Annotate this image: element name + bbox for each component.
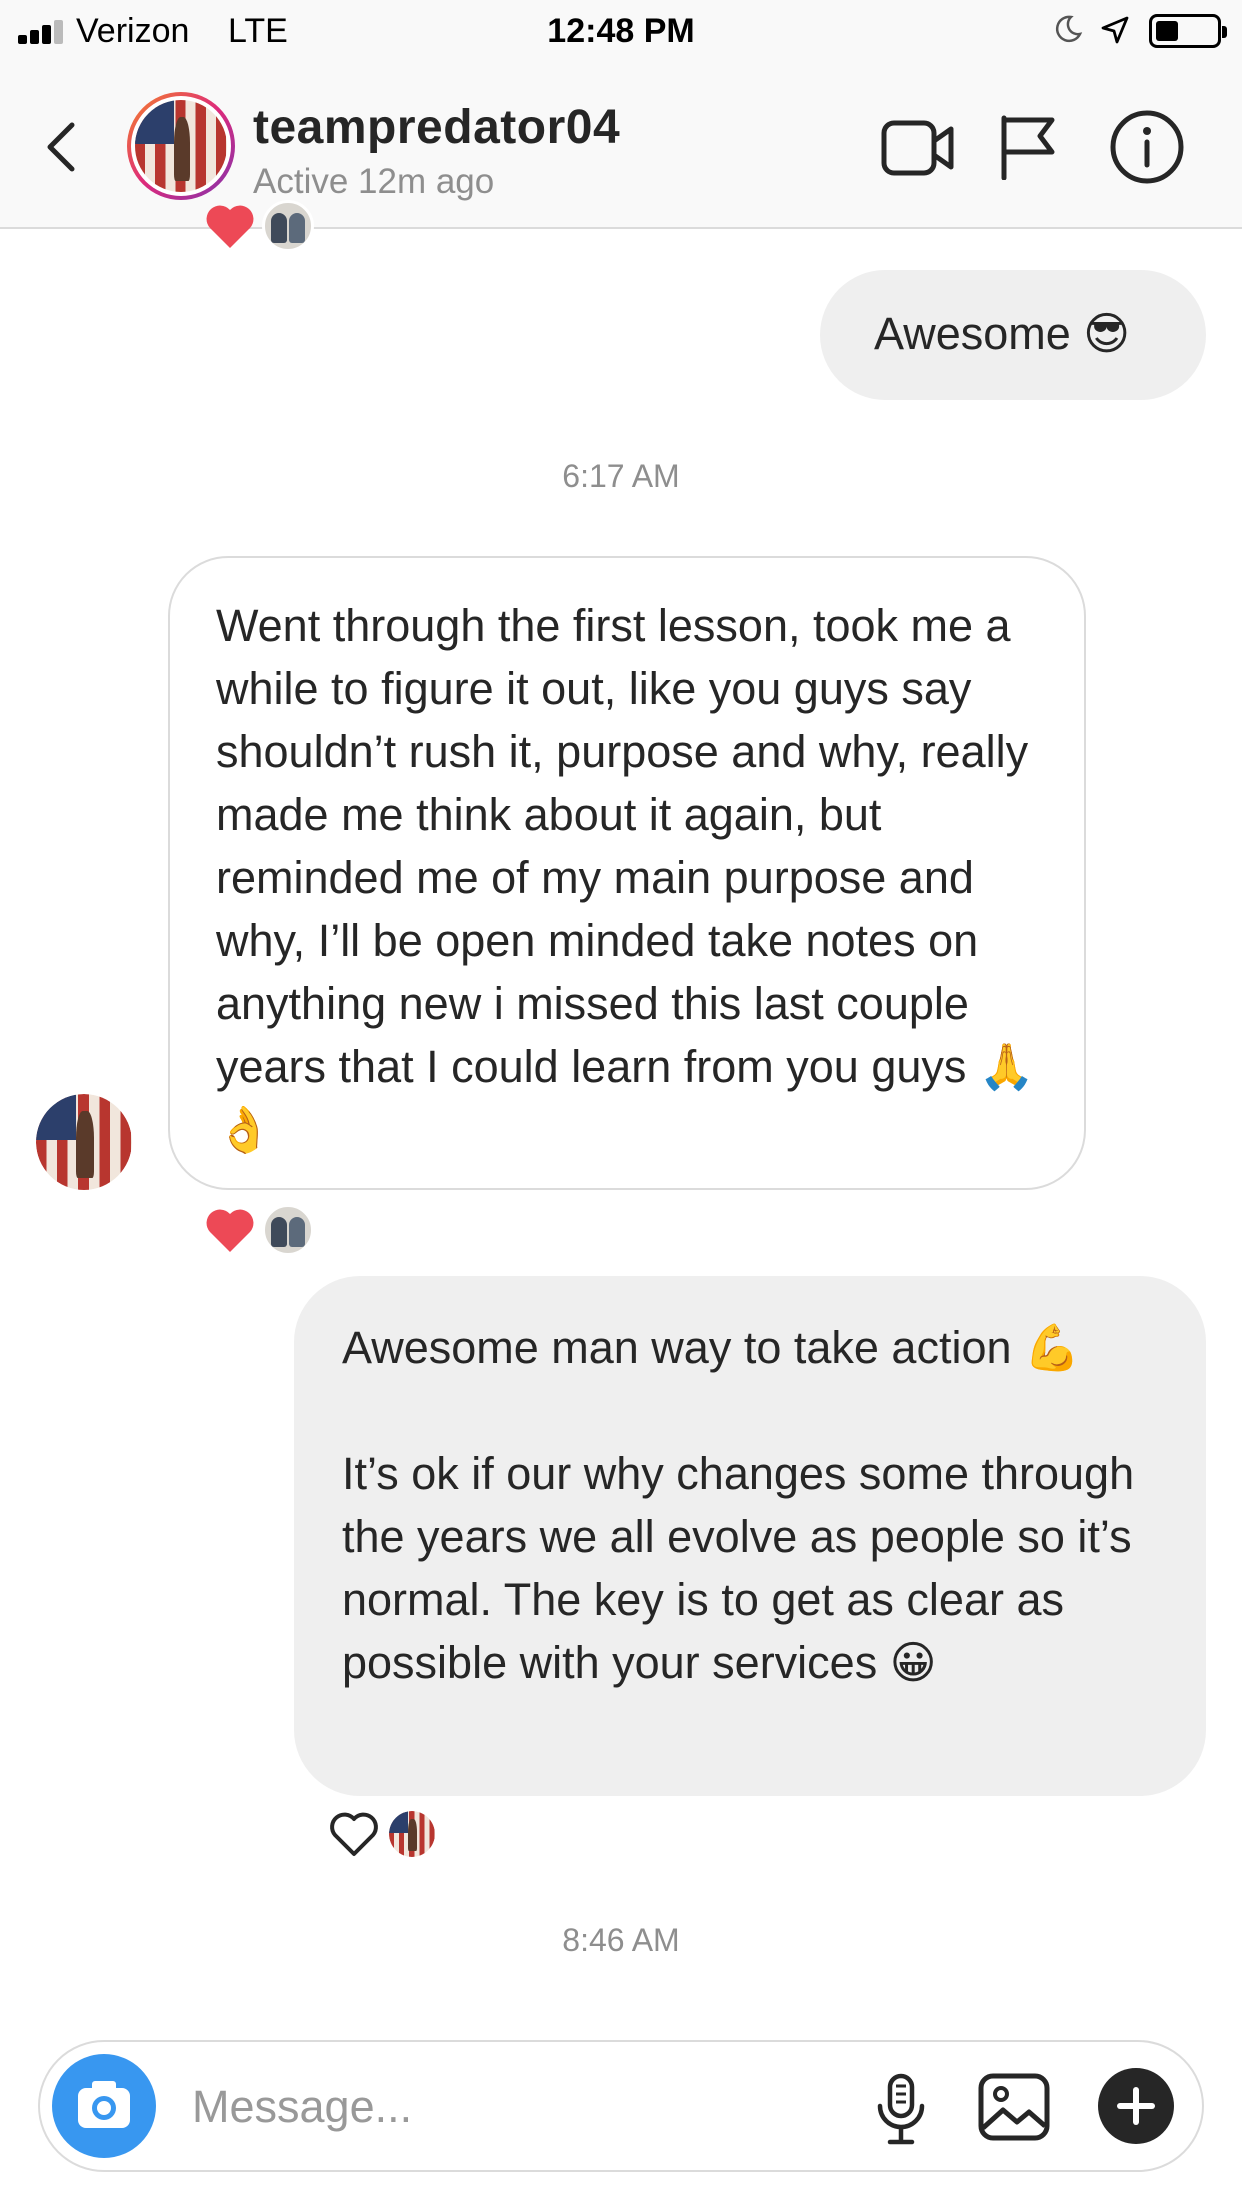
message-text: Went through the first lesson, took me a… <box>216 600 1048 1155</box>
active-status: Active 12m ago <box>253 162 495 201</box>
heart-filled-icon[interactable] <box>204 202 256 250</box>
message-composer <box>38 2040 1204 2172</box>
reaction-row <box>328 1808 438 1860</box>
chat-header: teampredator04 Active 12m ago <box>0 62 1242 229</box>
heart-outline-icon[interactable] <box>328 1810 380 1858</box>
more-actions-button[interactable] <box>1098 2068 1174 2144</box>
status-bar: Verizon LTE 12:48 PM <box>0 0 1242 62</box>
video-call-icon[interactable] <box>881 117 955 179</box>
battery-icon <box>1149 14 1227 48</box>
sender-avatar[interactable] <box>36 1094 132 1190</box>
location-arrow-icon <box>1101 16 1129 44</box>
flag-icon[interactable] <box>998 114 1056 180</box>
message-bubble-received[interactable]: Went through the first lesson, took me a… <box>168 556 1086 1190</box>
back-icon[interactable] <box>38 117 88 177</box>
message-bubble-sent[interactable]: Awesome man way to take action 💪 It’s ok… <box>294 1276 1206 1796</box>
message-text: Awesome 😎 <box>874 308 1131 359</box>
reaction-row <box>204 1204 314 1256</box>
message-timestamp: 6:17 AM <box>562 458 680 494</box>
reactor-avatar <box>262 1204 314 1256</box>
reactor-avatar <box>262 200 314 252</box>
gallery-icon[interactable] <box>977 2072 1051 2142</box>
message-timestamp: 8:46 AM <box>562 1922 680 1958</box>
message-text: Awesome man way to take action 💪 It’s ok… <box>342 1322 1135 1688</box>
info-icon[interactable] <box>1109 109 1185 185</box>
profile-avatar[interactable] <box>127 92 235 200</box>
heart-filled-icon[interactable] <box>204 1206 256 1254</box>
reactor-avatar <box>386 1808 438 1860</box>
message-input[interactable] <box>192 2072 752 2142</box>
chat-username[interactable]: teampredator04 <box>253 100 620 155</box>
moon-icon <box>1055 15 1083 43</box>
camera-button[interactable] <box>52 2054 156 2158</box>
plus-icon <box>1117 2087 1155 2125</box>
microphone-icon[interactable] <box>872 2072 930 2146</box>
message-bubble-sent[interactable]: Awesome 😎 <box>820 270 1206 400</box>
reaction-row-previous <box>204 200 314 252</box>
camera-icon <box>78 2081 130 2128</box>
